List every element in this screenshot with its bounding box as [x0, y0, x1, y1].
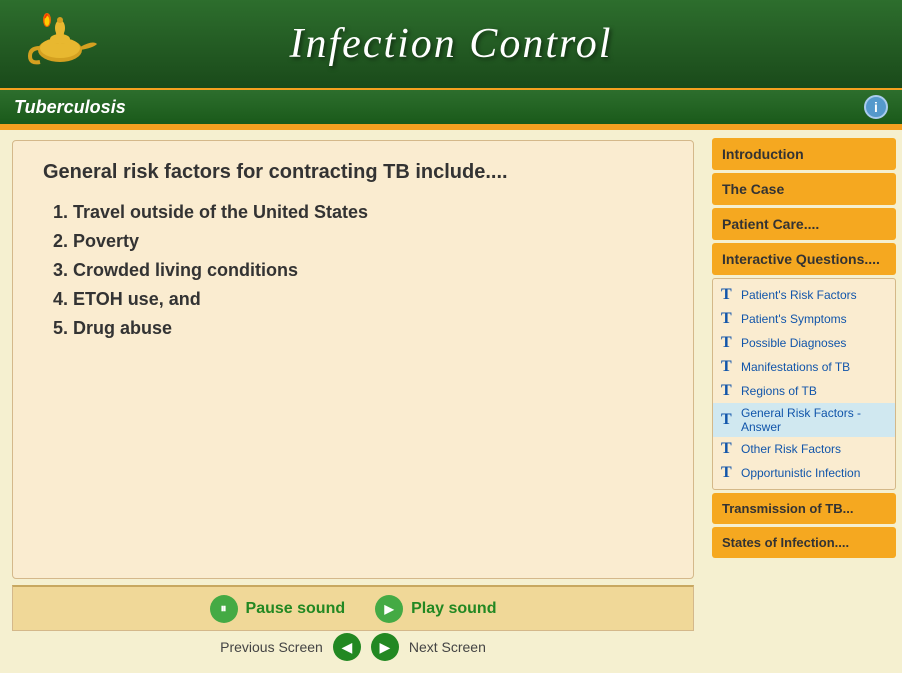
sub-item-label-7: Opportunistic Infection: [741, 466, 860, 480]
sidebar-sub-item-6[interactable]: T Other Risk Factors: [713, 437, 895, 461]
sound-bar: ⏸ Pause sound ▶ Play sound: [12, 585, 694, 631]
list-item: 1. Travel outside of the United States: [43, 202, 663, 223]
info-button[interactable]: i: [864, 95, 888, 119]
sidebar-the-case[interactable]: The Case: [712, 173, 896, 205]
bottom-nav: Previous Screen ◀ ▶ Next Screen: [12, 631, 694, 663]
t-icon-1: T: [721, 310, 737, 328]
interactive-questions-label: Interactive Questions....: [722, 251, 880, 267]
sub-item-label-1: Patient's Symptoms: [741, 312, 847, 326]
t-icon-5: T: [721, 411, 737, 429]
sub-item-label-5: General Risk Factors - Answer: [741, 406, 887, 434]
play-icon: ▶: [375, 595, 403, 623]
sidebar-patient-care[interactable]: Patient Care....: [712, 208, 896, 240]
sub-item-label-6: Other Risk Factors: [741, 442, 841, 456]
t-icon-2: T: [721, 334, 737, 352]
content-list: 1. Travel outside of the United States 2.…: [43, 202, 663, 347]
sub-item-label-0: Patient's Risk Factors: [741, 288, 857, 302]
sidebar-states[interactable]: States of Infection....: [712, 527, 896, 558]
sidebar-sub-items: T Patient's Risk Factors T Patient's Sympto…: [712, 278, 896, 490]
sidebar-sub-item-3[interactable]: T Manifestations of TB: [713, 355, 895, 379]
header: Infection Control: [0, 0, 902, 88]
list-item: 2. Poverty: [43, 231, 663, 252]
logo: [20, 9, 110, 79]
sidebar-transmission[interactable]: Transmission of TB...: [712, 493, 896, 524]
next-button[interactable]: ▶: [371, 633, 399, 661]
sub-item-label-2: Possible Diagnoses: [741, 336, 846, 350]
sub-item-label-4: Regions of TB: [741, 384, 817, 398]
t-icon-0: T: [721, 286, 737, 304]
t-icon-7: T: [721, 464, 737, 482]
play-label: Play sound: [411, 600, 496, 618]
sub-item-label-3: Manifestations of TB: [741, 360, 850, 374]
sidebar-sub-item-5[interactable]: TGeneral Risk Factors - Answer: [713, 403, 895, 437]
previous-button[interactable]: ◀: [333, 633, 361, 661]
list-item: 5. Drug abuse: [43, 318, 663, 339]
list-item: 3. Crowded living conditions: [43, 260, 663, 281]
sidebar-sub-item-0[interactable]: T Patient's Risk Factors: [713, 283, 895, 307]
app-title: Infection Control: [110, 20, 792, 68]
t-icon-3: T: [721, 358, 737, 376]
sidebar: Introduction The Case Patient Care.... I…: [706, 130, 902, 673]
list-item: 4. ETOH use, and: [43, 289, 663, 310]
subheader-bar: Tuberculosis i: [0, 88, 902, 124]
sidebar-sub-item-1[interactable]: T Patient's Symptoms: [713, 307, 895, 331]
play-sound-button[interactable]: ▶ Play sound: [375, 595, 496, 623]
sidebar-sub-item-2[interactable]: T Possible Diagnoses: [713, 331, 895, 355]
pause-icon: ⏸: [210, 595, 238, 623]
next-screen-label: Next Screen: [409, 639, 486, 655]
t-icon-6: T: [721, 440, 737, 458]
content-heading: General risk factors for contracting TB …: [43, 161, 663, 184]
subheader-title: Tuberculosis: [14, 97, 126, 118]
pause-label: Pause sound: [246, 600, 346, 618]
main-layout: General risk factors for contracting TB …: [0, 130, 902, 673]
sidebar-sub-item-4[interactable]: T Regions of TB: [713, 379, 895, 403]
sidebar-interactive-questions[interactable]: Interactive Questions....: [712, 243, 896, 275]
sidebar-sub-item-7[interactable]: T Opportunistic Infection: [713, 461, 895, 485]
pause-sound-button[interactable]: ⏸ Pause sound: [210, 595, 346, 623]
content-area: General risk factors for contracting TB …: [0, 130, 706, 673]
content-box: General risk factors for contracting TB …: [12, 140, 694, 579]
previous-screen-label: Previous Screen: [220, 639, 323, 655]
t-icon-4: T: [721, 382, 737, 400]
sidebar-introduction[interactable]: Introduction: [712, 138, 896, 170]
